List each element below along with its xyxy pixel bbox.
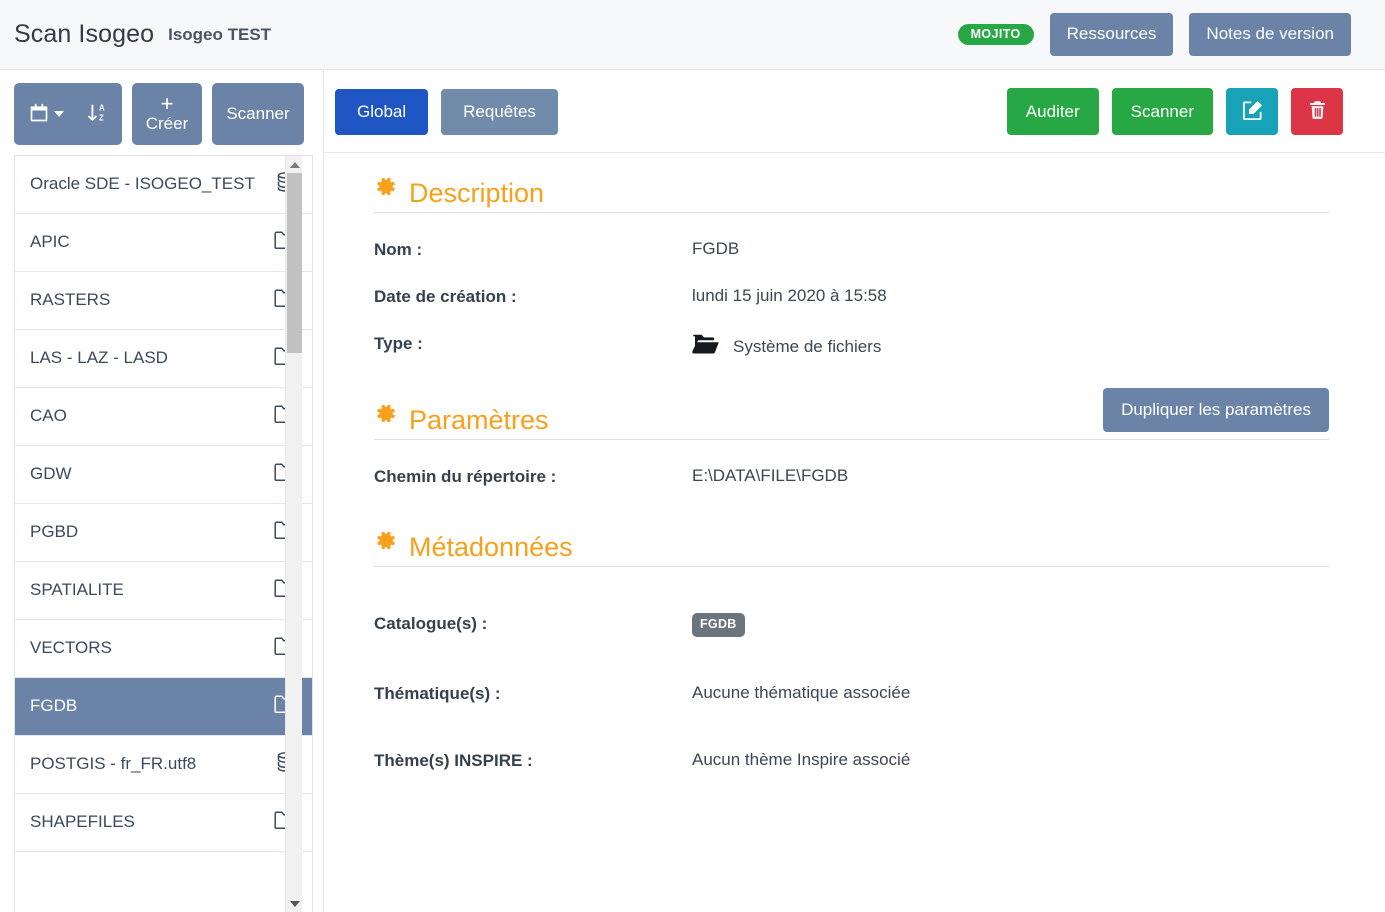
- scroll-up-arrow[interactable]: [286, 156, 303, 173]
- sidebar-item-oracle-sde-isogeo-test[interactable]: Oracle SDE - ISOGEO_TEST: [15, 156, 312, 214]
- duplicate-parameters-button[interactable]: Dupliquer les paramètres: [1103, 388, 1329, 432]
- sidebar-item-label: POSTGIS - fr_FR.utf8: [30, 754, 197, 774]
- section-header-description: Description: [374, 175, 1329, 213]
- value-thematiques: Aucune thématique associée: [692, 682, 911, 702]
- sidebar-item-apic[interactable]: APIC: [15, 214, 312, 272]
- sidebar: A Z + Créer Scanner Oracle SDE - ISOGEO_…: [0, 70, 324, 912]
- sidebar-item-spatialite[interactable]: SPATIALITE: [15, 562, 312, 620]
- row-thematiques: Thématique(s) : Aucune thématique associ…: [374, 683, 1329, 704]
- main-toolbar: Global Requêtes Auditer Scanner: [324, 70, 1385, 153]
- sidebar-item-label: GDW: [30, 464, 72, 484]
- section-header-parametres: Paramètres Dupliquer les paramètres: [374, 388, 1329, 440]
- sidebar-item-label: SPATIALITE: [30, 580, 124, 600]
- sidebar-item-vectors[interactable]: VECTORS: [15, 620, 312, 678]
- scan-button[interactable]: Scanner: [1111, 88, 1213, 135]
- row-type: Type : Système de fichiers: [374, 333, 1329, 360]
- label-themes-inspire: Thème(s) INSPIRE :: [374, 750, 533, 770]
- sidebar-item-label: FGDB: [30, 696, 78, 716]
- sidebar-item-label: CAO: [30, 406, 67, 426]
- section-title-parametres: Paramètres: [409, 404, 549, 435]
- sidebar-item-fgdb[interactable]: FGDB: [15, 678, 312, 736]
- svg-text:A: A: [99, 103, 105, 112]
- triangle-up-icon: [289, 161, 300, 168]
- release-notes-button[interactable]: Notes de version: [1189, 12, 1351, 57]
- row-date-creation: Date de création : lundi 15 juin 2020 à …: [374, 286, 1329, 307]
- edit-button[interactable]: [1226, 88, 1278, 135]
- tab-requetes[interactable]: Requêtes: [441, 88, 558, 135]
- row-catalogues: Catalogue(s) : FGDB: [374, 613, 1329, 637]
- row-nom: Nom : FGDB: [374, 239, 1329, 260]
- tab-global[interactable]: Global: [335, 88, 429, 135]
- value-catalogues: FGDB: [692, 613, 745, 637]
- resources-button[interactable]: Ressources: [1049, 12, 1174, 57]
- row-chemin-repertoire: Chemin du répertoire : E:\DATA\FILE\FGDB: [374, 466, 1329, 487]
- datasource-list-region: Oracle SDE - ISOGEO_TEST APIC RASTERS LAS -…: [14, 155, 313, 912]
- value-type-wrapper: Système de fichiers: [692, 333, 881, 360]
- create-button[interactable]: + Créer: [132, 83, 202, 145]
- sidebar-item-rasters[interactable]: RASTERS: [15, 272, 312, 330]
- value-chemin-repertoire: E:\DATA\FILE\FGDB: [692, 466, 849, 485]
- label-date-creation: Date de création :: [374, 287, 517, 306]
- sidebar-toolbar: A Z + Créer Scanner: [0, 70, 323, 155]
- gear-icon: [374, 529, 397, 557]
- sidebar-item-label: PGBD: [30, 522, 79, 542]
- label-chemin-repertoire: Chemin du répertoire :: [374, 467, 557, 486]
- sidebar-item-label: SHAPEFILES: [30, 812, 135, 832]
- value-themes-inspire: Aucun thème Inspire associé: [692, 749, 911, 769]
- svg-text:Z: Z: [99, 113, 104, 122]
- sidebar-item-label: APIC: [30, 232, 70, 252]
- sidebar-item-postgis-fr-fr-utf8[interactable]: POSTGIS - fr_FR.utf8: [15, 736, 312, 794]
- scroll-down-arrow[interactable]: [286, 895, 303, 912]
- status-badge-mojito: MOJITO: [957, 23, 1034, 46]
- sidebar-item-gdw[interactable]: GDW: [15, 446, 312, 504]
- sort-alpha-down-icon[interactable]: A Z: [86, 102, 108, 127]
- plus-icon: +: [160, 91, 174, 117]
- sidebar-item-pgbd[interactable]: PGBD: [15, 504, 312, 562]
- catalogue-chip[interactable]: FGDB: [692, 613, 745, 637]
- sidebar-scrollbar[interactable]: [285, 156, 302, 912]
- label-nom: Nom :: [374, 240, 423, 259]
- label-thematiques: Thématique(s) :: [374, 683, 501, 703]
- section-title-description: Description: [409, 177, 545, 208]
- datasource-list: Oracle SDE - ISOGEO_TEST APIC RASTERS LAS -…: [15, 156, 312, 912]
- label-type: Type :: [374, 334, 423, 353]
- trash-icon: [1307, 99, 1328, 124]
- label-catalogues: Catalogue(s) :: [374, 614, 488, 633]
- sidebar-item-las-laz-lasd[interactable]: LAS - LAZ - LASD: [15, 330, 312, 388]
- main-panel: Global Requêtes Auditer Scanner Descript…: [324, 70, 1385, 912]
- chevron-down-icon: [53, 111, 64, 117]
- sidebar-item-shapefiles[interactable]: SHAPEFILES: [15, 794, 312, 852]
- workgroup-name: Isogeo TEST: [168, 24, 272, 44]
- calendar-icon: [29, 103, 49, 126]
- sidebar-item-cao[interactable]: CAO: [15, 388, 312, 446]
- create-button-label: Créer: [145, 113, 189, 133]
- main-action-buttons: Auditer Scanner: [1006, 88, 1343, 135]
- sidebar-item-label: RASTERS: [30, 290, 111, 310]
- app-brand-title: Scan Isogeo: [14, 20, 155, 48]
- section-header-metadonnees: Métadonnées: [374, 529, 1329, 567]
- value-date-creation: lundi 15 juin 2020 à 15:58: [692, 286, 887, 305]
- value-nom: FGDB: [692, 239, 740, 258]
- sidebar-scan-button[interactable]: Scanner: [212, 83, 304, 145]
- scrollbar-thumb[interactable]: [287, 173, 302, 353]
- sidebar-item-label: Oracle SDE - ISOGEO_TEST: [30, 174, 255, 194]
- open-folder-icon: [692, 333, 720, 360]
- audit-button[interactable]: Auditer: [1006, 88, 1099, 135]
- value-type: Système de fichiers: [733, 336, 882, 356]
- row-themes-inspire: Thème(s) INSPIRE : Aucun thème Inspire a…: [374, 750, 1329, 771]
- app-header: Scan Isogeo Isogeo TEST MOJITO Ressource…: [0, 0, 1385, 70]
- edit-pencil-square-icon: [1241, 99, 1264, 125]
- filter-sort-button-group[interactable]: A Z: [14, 83, 122, 145]
- main-content: Description Nom : FGDB Date de création …: [324, 153, 1385, 912]
- sidebar-item-label: VECTORS: [30, 638, 112, 658]
- sidebar-item-label: LAS - LAZ - LASD: [30, 348, 168, 368]
- gear-icon: [374, 402, 397, 430]
- delete-button[interactable]: [1291, 88, 1343, 135]
- header-actions: MOJITO Ressources Notes de version: [957, 12, 1351, 57]
- body-wrapper: A Z + Créer Scanner Oracle SDE - ISOGEO_…: [0, 70, 1385, 912]
- calendar-filter-control[interactable]: [29, 103, 64, 126]
- triangle-down-icon: [289, 900, 300, 907]
- gear-icon: [374, 175, 397, 203]
- section-title-metadonnees: Métadonnées: [409, 531, 573, 562]
